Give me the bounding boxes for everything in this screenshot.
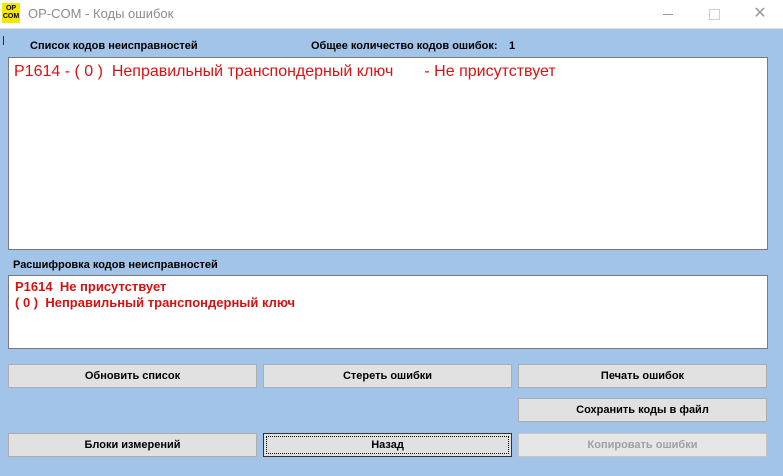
copy-errors-button[interactable]: Копировать ошибки bbox=[518, 433, 767, 457]
minimize-button[interactable] bbox=[645, 0, 691, 28]
fault-list-label: Список кодов неисправностей bbox=[30, 40, 198, 52]
title-bar: OP COM OP-COM - Коды ошибок ✕ bbox=[0, 0, 783, 29]
close-icon: ✕ bbox=[753, 5, 767, 22]
window-title: OP-COM - Коды ошибок bbox=[28, 6, 174, 21]
close-button[interactable]: ✕ bbox=[737, 0, 783, 28]
erase-errors-button[interactable]: Стереть ошибки bbox=[263, 364, 512, 388]
decode-line: P1614 Не присутствует bbox=[15, 279, 167, 294]
fault-decode-panel: P1614 Не присутствует ( 0 ) Неправильный… bbox=[8, 275, 768, 349]
save-codes-button[interactable]: Сохранить коды в файл bbox=[518, 398, 767, 422]
total-codes-count: 1 bbox=[509, 40, 516, 52]
fault-list-item[interactable]: P1614 - ( 0 ) Неправильный транспондерны… bbox=[14, 63, 556, 81]
print-errors-button[interactable]: Печать ошибок bbox=[518, 364, 767, 388]
opcom-app-icon: OP COM bbox=[2, 3, 20, 23]
minimize-icon bbox=[663, 13, 673, 15]
fault-code-list[interactable]: P1614 - ( 0 ) Неправильный транспондерны… bbox=[8, 57, 768, 250]
decode-label: Расшифровка кодов неисправностей bbox=[13, 259, 218, 271]
measurement-blocks-button[interactable]: Блоки измерений bbox=[8, 433, 257, 457]
decode-line: ( 0 ) Неправильный транспондерный ключ bbox=[15, 295, 296, 310]
back-button[interactable]: Назад bbox=[263, 433, 512, 457]
text-caret bbox=[3, 36, 4, 45]
refresh-list-button[interactable]: Обновить список bbox=[8, 364, 257, 388]
maximize-button[interactable] bbox=[691, 0, 737, 28]
total-codes-label: Общее количество кодов ошибок: bbox=[311, 40, 498, 52]
maximize-icon bbox=[708, 8, 720, 20]
